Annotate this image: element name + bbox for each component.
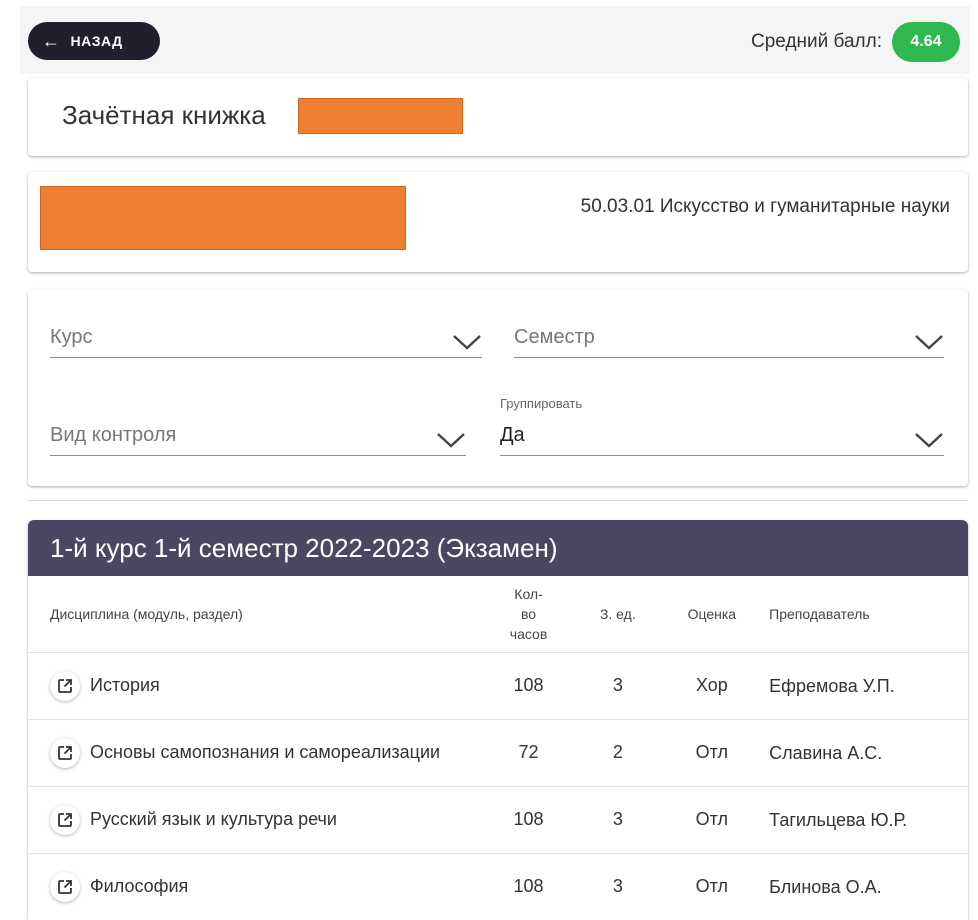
grades-table: Дисциплина (модуль, раздел) Кол- во часо… <box>28 576 968 920</box>
discipline-name: Философия <box>90 876 189 897</box>
average-grade-badge: 4.64 <box>892 22 960 62</box>
open-external-icon[interactable] <box>50 871 80 902</box>
semester-placeholder: Семестр <box>514 326 595 348</box>
control-type-select[interactable]: Вид контроля <box>50 422 466 456</box>
group-label: Группировать <box>500 396 583 411</box>
table-header-row: Дисциплина (модуль, раздел) Кол- во часо… <box>28 576 968 652</box>
divider <box>28 500 968 501</box>
chevron-down-icon <box>453 335 481 350</box>
grade-cell: Отл <box>662 852 762 920</box>
student-info-card: 50.03.01 Искусство и гуманитарные науки <box>28 172 968 272</box>
gradebook-title-card: Зачётная книжка <box>28 78 968 156</box>
program-name: 50.03.01 Искусство и гуманитарные науки <box>580 196 950 217</box>
open-external-icon[interactable] <box>50 670 80 701</box>
column-discipline: Дисциплина (модуль, раздел) <box>50 605 243 622</box>
open-external-icon[interactable] <box>50 737 80 768</box>
course-select[interactable]: Курс <box>50 324 482 358</box>
control-type-placeholder: Вид контроля <box>50 424 177 446</box>
average-grade-label: Средний балл: <box>751 31 882 52</box>
grade-cell: Отл <box>662 785 762 853</box>
semester-select[interactable]: Семестр <box>514 324 944 358</box>
discipline-name: Русский язык и культура речи <box>90 809 337 829</box>
back-button[interactable]: ← НАЗАД <box>28 22 160 60</box>
arrow-left-icon: ← <box>42 31 61 51</box>
grade-cell: Хор <box>662 651 762 719</box>
discipline-name: Основы самопознания и самореализации <box>90 742 441 762</box>
column-hours: Кол- во часов <box>509 585 548 642</box>
semester-section: 1-й курс 1-й семестр 2022-2023 (Экзамен)… <box>28 520 968 920</box>
chevron-down-icon <box>915 433 943 448</box>
hours-cell: 108 <box>483 785 574 853</box>
average-grade: Средний балл: 4.64 <box>751 22 960 62</box>
column-grade: Оценка <box>687 605 737 622</box>
chevron-down-icon <box>915 335 943 350</box>
grade-cell: Отл <box>662 718 762 786</box>
credits-cell: 3 <box>573 852 663 920</box>
open-external-icon[interactable] <box>50 804 80 835</box>
hours-cell: 108 <box>483 852 574 920</box>
teacher-cell: Тагильцева Ю.Р. <box>761 785 968 853</box>
column-teacher: Преподаватель <box>769 605 870 622</box>
column-credits: З. ед. <box>599 605 636 622</box>
table-row: Русский язык и культура речи 108 3 Отл Т… <box>28 785 968 853</box>
teacher-cell: Ефремова У.П. <box>761 651 968 719</box>
credits-cell: 3 <box>573 651 663 719</box>
credits-cell: 3 <box>573 785 663 853</box>
teacher-cell: Блинова О.А. <box>761 852 968 920</box>
table-row: Основы самопознания и самореализации 72 … <box>28 718 968 786</box>
hours-cell: 108 <box>483 651 574 719</box>
discipline-name: История <box>90 675 160 695</box>
group-value: Да <box>500 424 525 446</box>
redacted-number <box>298 98 463 134</box>
back-button-label: НАЗАД <box>70 33 123 49</box>
teacher-cell: Славина А.С. <box>761 718 968 786</box>
chevron-down-icon <box>437 433 465 448</box>
filters-card: Курс Семестр Вид контроля Группировать Д… <box>28 290 968 486</box>
table-row: История 108 3 Хор Ефремова У.П. <box>28 651 968 719</box>
redacted-student-name <box>40 186 406 250</box>
page-title: Зачётная книжка <box>62 100 266 130</box>
credits-cell: 2 <box>573 718 663 786</box>
table-row: Философия 108 3 Отл Блинова О.А. <box>28 852 968 920</box>
group-select[interactable]: Группировать Да <box>500 396 944 456</box>
course-placeholder: Курс <box>50 326 93 348</box>
section-title: 1-й курс 1-й семестр 2022-2023 (Экзамен) <box>28 520 968 576</box>
hours-cell: 72 <box>483 718 574 786</box>
